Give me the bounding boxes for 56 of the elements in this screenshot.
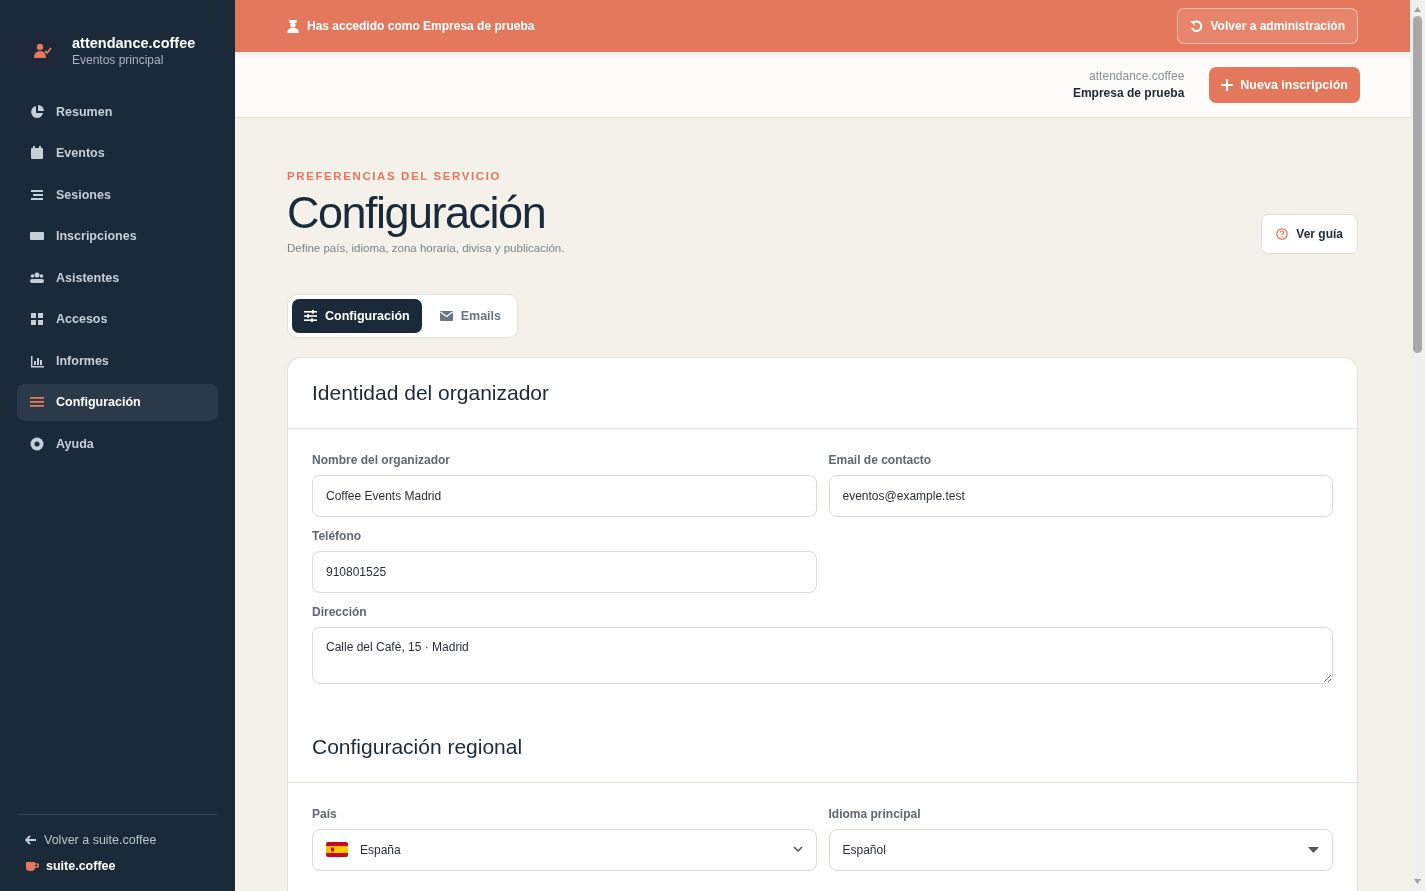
people-icon <box>30 270 44 285</box>
tab[interactable]: Configuración <box>292 298 422 333</box>
sidebar-item[interactable]: Asistentes <box>17 259 218 297</box>
sidebar-item[interactable]: Configuración <box>17 383 218 421</box>
sidebar-item[interactable]: Informes <box>17 342 218 380</box>
sliders-icon <box>30 395 44 410</box>
app-name: attendance.coffee <box>1089 69 1185 83</box>
envelope-icon <box>439 310 453 321</box>
cup-icon <box>25 860 39 872</box>
field-label: País <box>312 806 338 821</box>
brand-subtitle: Eventos principal <box>72 53 165 67</box>
sidebar-item[interactable]: Ayuda <box>17 425 218 463</box>
list-icon <box>30 187 44 202</box>
caret-down-icon <box>1308 846 1319 853</box>
input-field[interactable]: Coffee Events Madrid <box>312 474 817 517</box>
scrollbar[interactable] <box>1410 0 1425 891</box>
undo-icon <box>1189 19 1203 33</box>
bar-chart-icon <box>30 353 44 368</box>
suite-name: suite.coffee <box>46 859 116 873</box>
field-label: Teléfono <box>312 528 363 543</box>
field-label: Idioma principal <box>828 806 922 821</box>
field-label: Nombre del organizador <box>312 452 452 467</box>
calendar-icon <box>30 146 44 161</box>
page-subtitle: Define país, idioma, zona horaria, divisa y publicación. <box>287 241 565 254</box>
input-field[interactable]: 910801525 <box>312 550 817 593</box>
user-icon <box>287 19 299 33</box>
eyebrow-label: PREFERENCIAS DEL SERVICIO <box>287 170 503 182</box>
arrow-left-icon <box>25 835 37 845</box>
lifebuoy-icon <box>30 436 44 451</box>
company-name: Empresa de prueba <box>1072 86 1185 100</box>
chevron-down-icon <box>792 846 803 853</box>
select-field[interactable]: Español <box>828 828 1333 871</box>
sidebar-item[interactable]: Sesiones <box>17 176 218 214</box>
select-field[interactable]: España <box>312 828 817 871</box>
section-title: Configuración regional <box>312 734 523 759</box>
sliders-icon <box>304 309 317 322</box>
plus-icon <box>1221 78 1234 91</box>
text-area[interactable]: Calle del Café, 15 · Madrid <box>312 626 1333 684</box>
brand-name: attendance.coffee <box>72 35 196 51</box>
guide-button[interactable]: Ver guía <box>1261 213 1358 254</box>
back-link[interactable]: Volver a suite.coffee <box>25 833 210 847</box>
section-title: Identidad del organizador <box>312 380 549 405</box>
page-title: Configuración <box>287 188 547 238</box>
banner-text: Has accedido como Empresa de prueba <box>287 19 535 33</box>
grid-icon <box>30 312 44 327</box>
field-label: Dirección <box>312 604 368 619</box>
sidebar-item[interactable]: Accesos <box>17 300 218 338</box>
sidebar-item[interactable]: Resumen <box>17 93 218 131</box>
tab[interactable]: Emails <box>427 298 514 333</box>
flag-icon <box>326 842 348 857</box>
sidebar-item[interactable]: Eventos <box>17 134 218 172</box>
sidebar-item[interactable]: Inscripciones <box>17 217 218 255</box>
help-icon <box>1276 227 1289 240</box>
pie-chart-icon <box>30 104 44 119</box>
field-label: Email de contacto <box>828 452 933 467</box>
input-field[interactable]: eventos@example.test <box>828 474 1333 517</box>
